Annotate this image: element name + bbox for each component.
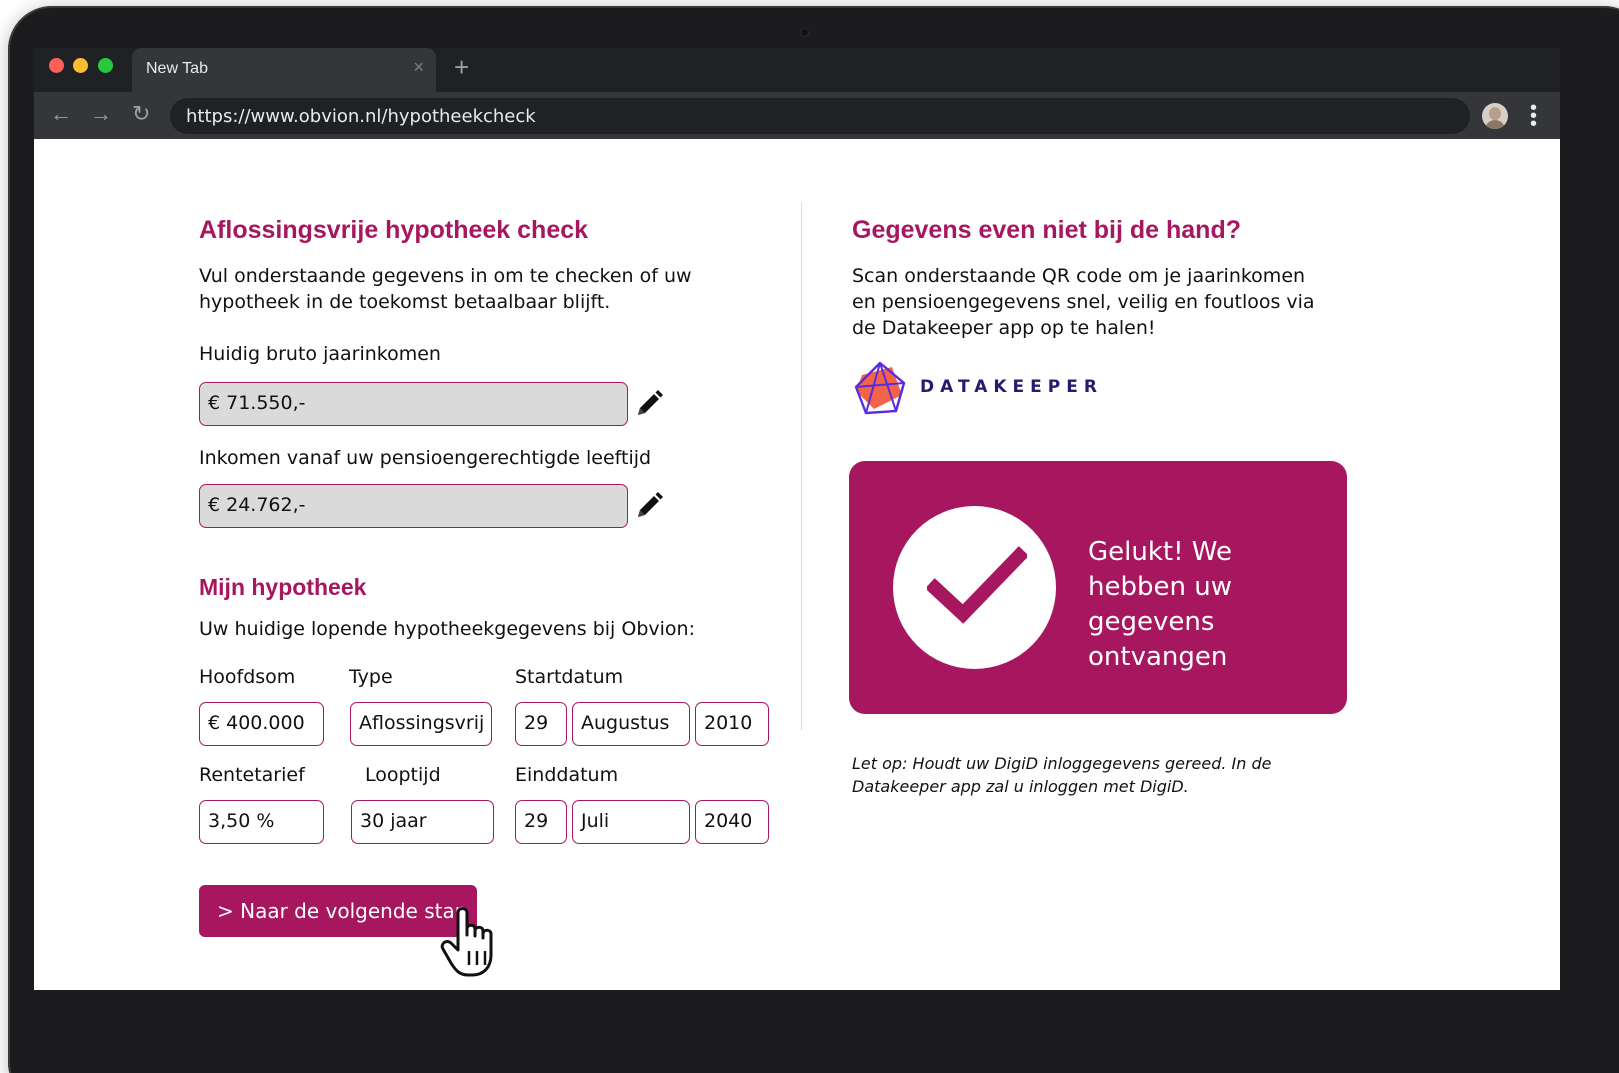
browser-menu-icon[interactable]: • • • — [1530, 98, 1537, 134]
pension-income-field[interactable]: € 24.762,- — [199, 484, 628, 528]
rentetarief-field[interactable]: 3,50 % — [199, 800, 324, 844]
pencil-icon[interactable] — [634, 389, 664, 419]
hoofdsom-label: Hoofdsom — [199, 666, 296, 688]
reload-icon[interactable]: ↻ — [132, 102, 150, 126]
address-bar[interactable]: https://www.obvion.nl/hypotheekcheck — [170, 98, 1470, 134]
page-content: Aflossingsvrije hypotheek check Vul onde… — [34, 139, 1560, 990]
start-day-field[interactable]: 29 — [515, 702, 567, 746]
avatar-face — [1489, 107, 1501, 120]
digid-note: Let op: Houdt uw DigiD inloggegevens ger… — [852, 754, 1272, 796]
new-tab-icon[interactable]: + — [454, 54, 469, 80]
forward-icon[interactable]: → — [90, 102, 112, 126]
next-step-button[interactable]: > Naar de volgende stap — [199, 885, 477, 937]
end-month-field[interactable]: Juli — [572, 800, 690, 844]
success-panel: Gelukt! We hebben uw gegevens ontvangen — [849, 461, 1347, 714]
rente-label: Rentetarief — [199, 764, 305, 786]
intro-text: Vul onderstaande gegevens in om te check… — [199, 265, 692, 313]
page-title: Aflossingsvrije hypotheek check — [199, 216, 589, 244]
tab-bar: New Tab × + — [34, 48, 1560, 92]
close-tab-icon[interactable]: × — [413, 58, 424, 76]
hoofdsom-field[interactable]: € 400.000 — [199, 702, 324, 746]
end-year-field[interactable]: 2040 — [695, 800, 769, 844]
column-divider — [801, 202, 802, 730]
minimize-window-button[interactable] — [73, 58, 88, 73]
startdatum-label: Startdatum — [515, 666, 624, 688]
start-year-field[interactable]: 2010 — [695, 702, 769, 746]
url-text: https://www.obvion.nl/hypotheekcheck — [186, 106, 536, 127]
pencil-icon[interactable] — [634, 491, 664, 521]
einddatum-label: Einddatum — [515, 764, 619, 786]
datakeeper-wordmark: DATAKEEPER — [920, 377, 1103, 397]
profile-avatar[interactable] — [1482, 103, 1508, 129]
success-circle — [893, 506, 1056, 669]
back-icon[interactable]: ← — [50, 102, 72, 126]
mortgage-section-title: Mijn hypotheek — [199, 574, 367, 600]
income-label: Huidig bruto jaarinkomen — [199, 343, 441, 365]
check-icon — [927, 546, 1027, 624]
maximize-window-button[interactable] — [98, 58, 113, 73]
browser-tab[interactable]: New Tab × — [132, 48, 436, 92]
tab-title: New Tab — [146, 60, 208, 77]
start-month-field[interactable]: Augustus — [572, 702, 690, 746]
browser-toolbar: ← → ↻ https://www.obvion.nl/hypotheekche… — [34, 92, 1560, 139]
end-day-field[interactable]: 29 — [515, 800, 567, 844]
income-field[interactable]: € 71.550,- — [199, 382, 628, 426]
datakeeper-logo — [854, 361, 906, 415]
avatar-body — [1485, 120, 1505, 129]
close-window-button[interactable] — [49, 58, 64, 73]
mortgage-intro: Uw huidige lopende hypotheekgegevens bij… — [199, 618, 695, 640]
qr-intro-text: Scan onderstaande QR code om je jaarinko… — [852, 265, 1315, 339]
type-label: Type — [349, 666, 393, 688]
qr-section-title: Gegevens even niet bij de hand? — [852, 216, 1241, 244]
browser-window: New Tab × + ← → ↻ https://www.obvion.nl/… — [34, 48, 1560, 990]
camera — [800, 28, 809, 37]
looptijd-field[interactable]: 30 jaar — [351, 800, 494, 844]
pension-label: Inkomen vanaf uw pensioengerechtigde lee… — [199, 447, 652, 469]
type-field[interactable]: Aflossingsvrij — [350, 702, 492, 746]
looptijd-label: Looptijd — [365, 764, 441, 786]
success-message: Gelukt! We hebben uw gegevens ontvangen — [1088, 537, 1232, 672]
hand-cursor-icon — [440, 907, 493, 977]
